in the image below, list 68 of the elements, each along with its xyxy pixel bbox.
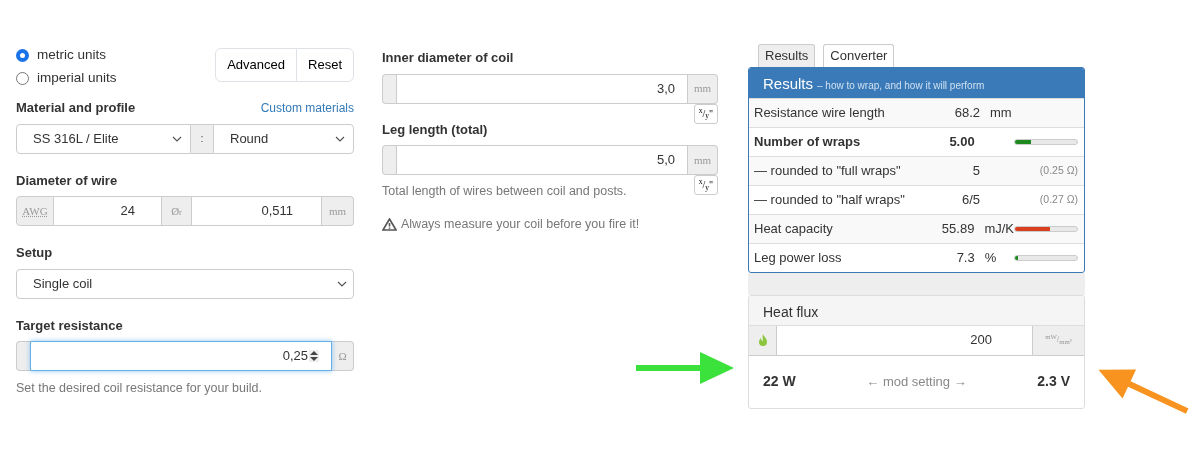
field-label: Target resistance — [16, 316, 124, 335]
diameter-input[interactable]: 0,511 — [192, 196, 322, 226]
row-value: 68.2 — [953, 103, 980, 122]
caret-icon — [337, 280, 347, 287]
diameter-addon: Ø$_{r}$ — [162, 196, 192, 226]
row-label: — rounded to "half wraps" — [754, 190, 906, 209]
awg-addon: AWG — [16, 196, 54, 226]
panel-title: Results — [763, 73, 814, 94]
input-addon — [16, 341, 30, 371]
row-label: Leg power loss — [754, 248, 843, 267]
row-unit: mJ/K — [984, 220, 1014, 236]
awg-input[interactable]: 24 — [54, 196, 162, 226]
fraction-toggle-button[interactable]: $^{x}$/$_{y}$" — [693, 103, 718, 124]
power-value: 22 W — [763, 372, 796, 391]
input-addon — [382, 73, 396, 104]
unit-addon: $^{mW}$/$_{mm²}$ — [1032, 325, 1084, 356]
unit-addon: mm — [688, 73, 718, 104]
tab[interactable]: Converter — [823, 44, 895, 67]
unit-addon: mm — [322, 196, 354, 226]
diameter-input[interactable]: 3,0 — [396, 73, 688, 104]
row-label: Number of wraps — [754, 132, 862, 151]
profile-select[interactable]: Round — [213, 123, 354, 154]
field-label: Leg length (total) — [382, 120, 489, 139]
row-unit: % — [984, 249, 997, 265]
warning-text: Always measure your coil before you fire it! — [401, 215, 640, 233]
fraction-toggle-button[interactable]: $^{x}$/$_{y}$" — [693, 175, 718, 195]
row-value: 5 — [971, 161, 980, 180]
field-label: Inner diameter of coil — [382, 49, 515, 67]
mod-setting-text: ← mod setting → — [866, 372, 967, 391]
tab[interactable]: Results — [758, 44, 816, 67]
field-label: Setup — [16, 244, 54, 262]
row-value: 6/5 — [960, 190, 980, 209]
help-text: Set the desired coil resistance for your build. — [16, 380, 263, 397]
radio-option[interactable]: metric units — [16, 44, 117, 67]
panel-subtitle: – how to wrap, and how it will perform — [817, 78, 985, 93]
row-note: (0.25 Ω) — [1039, 162, 1078, 178]
material-select[interactable]: SS 316L / Elite — [16, 123, 191, 154]
panel-title: Heat flux — [749, 295, 1084, 326]
caret-icon — [172, 135, 182, 142]
separator-label: : — [191, 123, 213, 154]
warning-icon — [382, 217, 397, 231]
resistance-input[interactable]: 0,25 — [30, 341, 332, 371]
row-label: Heat capacity — [754, 219, 834, 238]
toolbar-button[interactable]: Reset — [296, 48, 354, 82]
row-unit: mm — [990, 104, 1012, 120]
leg-length-input[interactable]: 5,0 — [396, 145, 688, 175]
radio-button[interactable] — [16, 49, 29, 62]
row-value: 5.00 — [948, 132, 975, 151]
unit-addon: Ω — [332, 341, 354, 371]
row-label: Resistance wire length — [754, 103, 886, 122]
row-label: — rounded to "full wraps" — [754, 161, 902, 180]
custom-materials-link[interactable]: Custom materials — [260, 99, 354, 117]
field-label: Material and profile — [16, 99, 136, 117]
radio-button[interactable] — [16, 72, 29, 85]
setup-select[interactable]: Single coil — [16, 268, 354, 299]
flame-icon — [749, 325, 777, 356]
spinner-icon[interactable] — [309, 350, 319, 362]
unit-addon: mm — [688, 145, 718, 175]
input-addon — [382, 145, 396, 175]
radio-option[interactable]: imperial units — [16, 67, 117, 90]
row-note: (0.27 Ω) — [1039, 191, 1078, 207]
voltage-value: 2.3 V — [1037, 372, 1070, 391]
toolbar-button[interactable]: Advanced — [215, 48, 298, 82]
row-value: 7.3 — [955, 248, 975, 267]
caret-icon — [335, 135, 345, 142]
field-label: Diameter of wire — [16, 171, 119, 190]
help-text: Total length of wires between coil and posts. — [382, 183, 627, 200]
row-value: 55.89 — [940, 219, 975, 238]
